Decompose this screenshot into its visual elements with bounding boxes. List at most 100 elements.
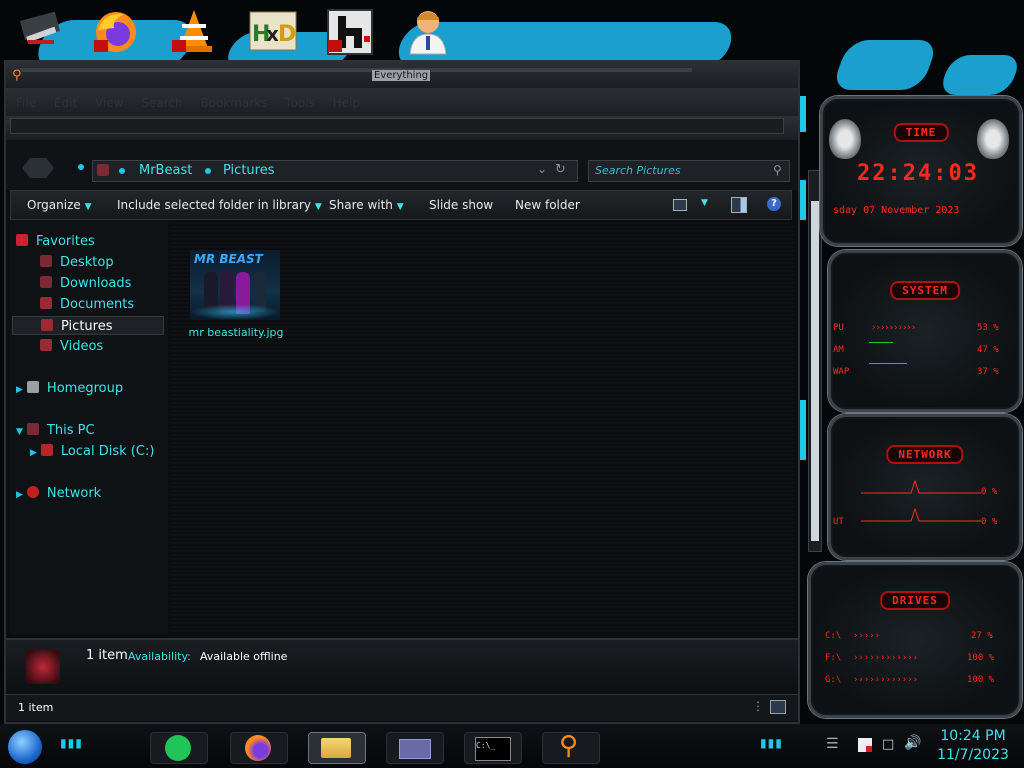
taskbar-clock[interactable]: 10:24 PM 11/7/2023: [930, 726, 1016, 766]
large-icons-view-icon[interactable]: [770, 700, 786, 714]
net-in-value: 0 %: [981, 487, 998, 497]
menu-view[interactable]: View: [95, 96, 123, 110]
drive-g-label: G:\: [825, 675, 842, 685]
videos-icon: [40, 339, 52, 351]
nav-localdisk[interactable]: ▶ Local Disk (C:): [30, 442, 154, 461]
refresh-icon[interactable]: ↻: [555, 162, 566, 177]
swap-bar: [869, 363, 907, 364]
breadcrumb-mrbeast[interactable]: MrBeast: [139, 163, 192, 178]
nav-network[interactable]: ▶ Network: [16, 484, 101, 503]
help-icon[interactable]: ?: [767, 197, 781, 211]
explorer-window: ⚲ Everything File Edit View Search Bookm…: [4, 60, 800, 724]
swap-label: WAP: [833, 367, 850, 377]
gadget-date: sday 07 November 2023: [833, 205, 960, 216]
computer-icon: [26, 423, 39, 435]
search-box[interactable]: Search Pictures ⚲: [588, 160, 790, 182]
time-title: TIME: [893, 123, 949, 142]
drive-f-bar: ››››››››››››: [853, 653, 919, 663]
sidebar-accent: [800, 400, 806, 460]
menu-bar: File Edit View Search Bookmarks Tools He…: [6, 88, 798, 116]
taskbar-accent: ▮▮▮: [760, 736, 783, 750]
drives-gadget: DRIVES C:\ ››››› 27 % F:\ ›››››››››››› 1…: [808, 562, 1022, 718]
nav-thispc[interactable]: ▼ This PC: [16, 421, 95, 440]
nav-homegroup[interactable]: ▶ Homegroup: [16, 379, 123, 398]
file-thumbnail: MR BEAST: [190, 250, 280, 320]
new-folder-button[interactable]: New folder: [515, 191, 580, 219]
organize-button[interactable]: Organize ▼: [27, 191, 92, 219]
title-bar[interactable]: ⚲ Everything: [6, 62, 798, 88]
breadcrumb-pictures[interactable]: Pictures: [223, 163, 274, 178]
taskbar-notes-app[interactable]: [150, 732, 208, 764]
title-accent: [20, 68, 692, 72]
availability-value: Available offline: [200, 650, 288, 663]
nav-videos[interactable]: Videos: [40, 337, 103, 356]
preview-pane-icon[interactable]: [731, 197, 747, 213]
disk-icon: [40, 444, 53, 456]
chevron-down-icon[interactable]: ⌄: [537, 162, 547, 176]
menu-bookmarks[interactable]: Bookmarks: [200, 96, 267, 110]
back-forward-button[interactable]: [22, 158, 54, 178]
control-panel-icon: [399, 739, 431, 759]
view-options-icon[interactable]: [673, 199, 687, 211]
firefox-icon[interactable]: [90, 6, 142, 56]
crumb-separator-icon: [205, 168, 211, 174]
include-folder-button[interactable]: Include selected folder in library ▼: [117, 191, 322, 219]
share-with-button[interactable]: Share with ▼: [329, 191, 404, 219]
volume-icon[interactable]: 🔊: [904, 735, 921, 751]
vlc-icon[interactable]: [168, 6, 220, 56]
taskbar-firefox[interactable]: [230, 732, 288, 764]
nav-dot-icon: [78, 164, 84, 170]
view-dropdown-icon[interactable]: ▼: [701, 198, 708, 208]
drive-c-value: 27 %: [971, 631, 993, 641]
taskbar-explorer[interactable]: [308, 732, 366, 764]
homegroup-icon: [26, 381, 39, 393]
nav-favorites[interactable]: Favorites: [16, 232, 95, 251]
menu-tools[interactable]: Tools: [285, 96, 315, 110]
drive-c-label: C:\: [825, 631, 842, 641]
desktop-icon: [40, 255, 52, 267]
menu-edit[interactable]: Edit: [54, 96, 77, 110]
hxd-icon[interactable]: HxD: [246, 6, 298, 56]
swap-value: 37 %: [977, 367, 999, 377]
action-center-flag-icon[interactable]: [858, 738, 872, 752]
status-count: 1 item: [18, 701, 54, 714]
doctor-icon[interactable]: [402, 6, 454, 56]
search-icon: ⚲: [773, 163, 782, 177]
slide-show-button[interactable]: Slide show: [429, 191, 493, 219]
nav-desktop[interactable]: Desktop: [40, 253, 114, 272]
status-bar: 1 item ⋮: [6, 694, 798, 721]
taskbar-control-panel[interactable]: [386, 732, 444, 764]
pictures-icon: [41, 319, 53, 331]
svg-text:D: D: [278, 22, 296, 47]
tools-icon[interactable]: [14, 6, 66, 56]
address-bar[interactable]: MrBeast Pictures ⌄ ↻: [92, 160, 578, 182]
menu-file[interactable]: File: [16, 96, 36, 110]
net-out-label: UT: [833, 517, 844, 527]
star-icon: [16, 234, 28, 246]
notes-icon: [165, 735, 191, 761]
everything-search-input[interactable]: [10, 118, 784, 134]
show-hidden-icons[interactable]: ☰: [826, 736, 839, 752]
drive-g-bar: ››››››››››››: [853, 675, 919, 685]
menu-help[interactable]: Help: [333, 96, 360, 110]
nav-downloads[interactable]: Downloads: [40, 274, 131, 293]
nav-documents[interactable]: Documents: [40, 295, 134, 314]
taskbar-cmd[interactable]: C:\_: [464, 732, 522, 764]
menu-search[interactable]: Search: [141, 96, 182, 110]
gadget-clock: 22:24:03: [857, 161, 979, 186]
taskbar-everything[interactable]: ⚲: [542, 731, 600, 764]
net-out-value: 0 %: [981, 517, 998, 527]
h-app-icon[interactable]: [324, 6, 376, 56]
details-view-icon[interactable]: ⋮: [752, 699, 764, 713]
cpu-bar: ››››››››››: [871, 323, 916, 333]
cpu-value: 53 %: [977, 323, 999, 333]
start-button[interactable]: [8, 730, 42, 764]
file-list-pane: MR BEAST mr beastiality.jpg: [170, 220, 794, 634]
clock-date: 11/7/2023: [937, 747, 1009, 763]
crumb-separator-icon: [119, 168, 125, 174]
drive-g-value: 100 %: [967, 675, 995, 685]
network-tray-icon[interactable]: □: [882, 737, 894, 752]
file-item[interactable]: MR BEAST mr beastiality.jpg: [188, 250, 283, 342]
nav-pictures[interactable]: Pictures: [12, 316, 164, 335]
navigation-pane: Favorites Desktop Downloads Documents Pi…: [10, 220, 168, 634]
